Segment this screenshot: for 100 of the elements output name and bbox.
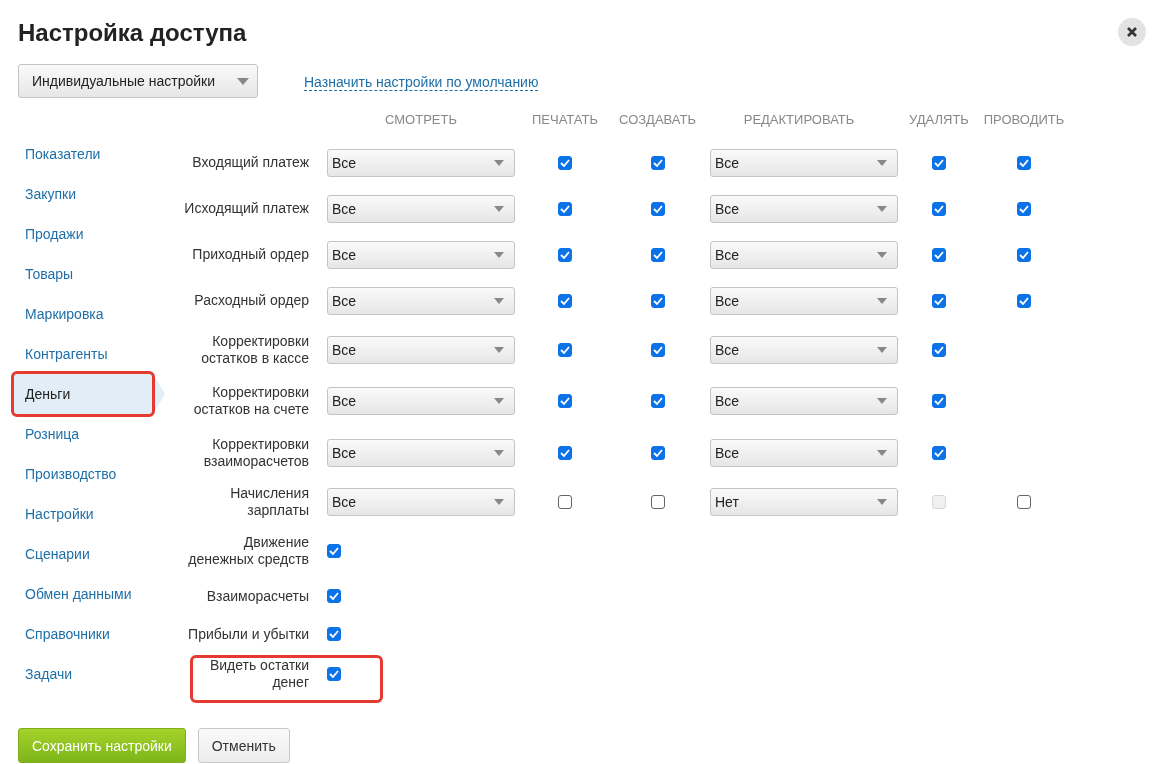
caret-icon [494, 499, 504, 506]
view-select[interactable]: Все [327, 488, 515, 517]
checkbox[interactable] [1017, 293, 1031, 308]
sidebar-item[interactable]: Настройки [12, 494, 165, 534]
column-header: РЕДАКТИРОВАТЬ [742, 112, 856, 130]
checkbox[interactable] [1017, 247, 1031, 262]
caret-icon [877, 346, 887, 353]
caret-icon [877, 398, 887, 405]
caret-icon [237, 77, 249, 85]
caret-icon [877, 499, 887, 506]
sidebar-item[interactable]: Справочники [12, 614, 165, 654]
row-label: Видеть остатки денег [208, 656, 310, 691]
sidebar-item[interactable]: Сценарии [12, 534, 165, 574]
caret-icon [494, 205, 504, 212]
checkbox[interactable] [327, 544, 341, 559]
row-label: Приходный ордер [192, 246, 310, 264]
caret-icon [494, 346, 504, 353]
edit-select[interactable]: Все [710, 240, 898, 269]
sidebar-item[interactable]: Задачи [12, 654, 165, 694]
view-select[interactable]: Все [327, 240, 515, 269]
checkbox[interactable] [932, 394, 946, 409]
view-select[interactable]: Все [327, 286, 515, 315]
checkbox[interactable] [558, 247, 572, 262]
sidebar-item[interactable]: Маркировка [12, 294, 165, 334]
checkbox[interactable] [650, 247, 665, 262]
checkbox[interactable] [558, 201, 572, 216]
checkbox[interactable] [650, 155, 665, 170]
checkbox[interactable] [650, 495, 665, 510]
row-label: Исходящий платеж [184, 200, 310, 218]
sidebar-item[interactable]: Обмен данными [12, 574, 165, 614]
caret-icon [877, 450, 887, 457]
checkbox[interactable] [650, 394, 665, 409]
edit-select[interactable]: Все [710, 148, 898, 177]
row-label: Корректировки остатков на счете [192, 384, 310, 419]
row-label: Корректировки взаиморасчетов [202, 436, 310, 471]
caret-icon [877, 251, 887, 258]
checkbox[interactable] [1017, 495, 1031, 510]
checkbox[interactable] [1017, 155, 1031, 170]
checkbox[interactable] [650, 293, 665, 308]
cancel-button[interactable]: Отменить [197, 728, 290, 763]
row-label: Расходный ордер [194, 292, 310, 310]
checkbox[interactable] [558, 495, 572, 510]
checkbox[interactable] [932, 293, 946, 308]
checkbox[interactable] [1017, 201, 1031, 216]
caret-icon [877, 159, 887, 166]
row-label: Корректировки остатков в кассе [200, 332, 310, 367]
view-select[interactable]: Все [327, 387, 515, 416]
view-select[interactable]: Все [327, 335, 515, 364]
sidebar-item[interactable]: Продажи [12, 214, 165, 254]
checkbox[interactable] [932, 155, 946, 170]
checkbox[interactable] [932, 446, 946, 461]
sidebar-item[interactable]: Деньги [12, 374, 165, 414]
checkbox[interactable] [650, 201, 665, 216]
caret-icon [494, 398, 504, 405]
checkbox[interactable] [558, 446, 572, 461]
edit-select[interactable]: Все [710, 194, 898, 223]
column-header: СОЗДАВАТЬ [618, 112, 697, 130]
sidebar-item[interactable]: Контрагенты [12, 334, 165, 374]
view-select[interactable]: Все [327, 194, 515, 223]
edit-select[interactable]: Все [710, 335, 898, 364]
row-label: Движение денежных средств [187, 534, 310, 569]
checkbox[interactable] [932, 342, 946, 357]
edit-select[interactable]: Все [710, 439, 898, 468]
row-label: Начисления зарплаты [229, 485, 310, 520]
sidebar-item[interactable]: Показатели [12, 134, 165, 174]
edit-select[interactable]: Все [710, 387, 898, 416]
column-header: ПРОВОДИТЬ [982, 112, 1066, 130]
view-select[interactable]: Все [327, 148, 515, 177]
dialog-title: Настройка доступа [18, 19, 247, 47]
row-label: Взаиморасчеты [206, 587, 310, 605]
sidebar-item[interactable]: Закупки [12, 174, 165, 214]
column-header: УДАЛЯТЬ [908, 112, 970, 130]
sidebar-item[interactable]: Розница [12, 414, 165, 454]
checkbox[interactable] [558, 155, 572, 170]
checkbox[interactable] [558, 394, 572, 409]
checkbox[interactable] [327, 666, 341, 681]
row-label: Прибыли и убытки [188, 625, 310, 643]
caret-icon [877, 297, 887, 304]
close-button[interactable] [1118, 17, 1146, 46]
checkbox[interactable] [650, 446, 665, 461]
edit-select[interactable]: Все [710, 286, 898, 315]
caret-icon [494, 297, 504, 304]
column-header: ПЕЧАТАТЬ [531, 112, 599, 130]
checkbox[interactable] [932, 201, 946, 216]
checkbox[interactable] [558, 293, 572, 308]
caret-icon [877, 205, 887, 212]
checkbox[interactable] [932, 247, 946, 262]
row-label: Входящий платеж [192, 154, 310, 172]
edit-select[interactable]: Нет [710, 488, 898, 517]
close-icon [1126, 25, 1138, 38]
mode-select[interactable]: Индивидуальные настройки [18, 64, 258, 98]
sidebar-item[interactable]: Производство [12, 454, 165, 494]
view-select[interactable]: Все [327, 439, 515, 468]
checkbox[interactable] [650, 342, 665, 357]
sidebar-item[interactable]: Товары [12, 254, 165, 294]
default-settings-link[interactable]: Назначить настройки по умолчанию [304, 73, 539, 91]
checkbox[interactable] [327, 627, 341, 642]
checkbox[interactable] [327, 589, 341, 604]
column-header: СМОТРЕТЬ [384, 112, 458, 130]
checkbox[interactable] [558, 342, 572, 357]
